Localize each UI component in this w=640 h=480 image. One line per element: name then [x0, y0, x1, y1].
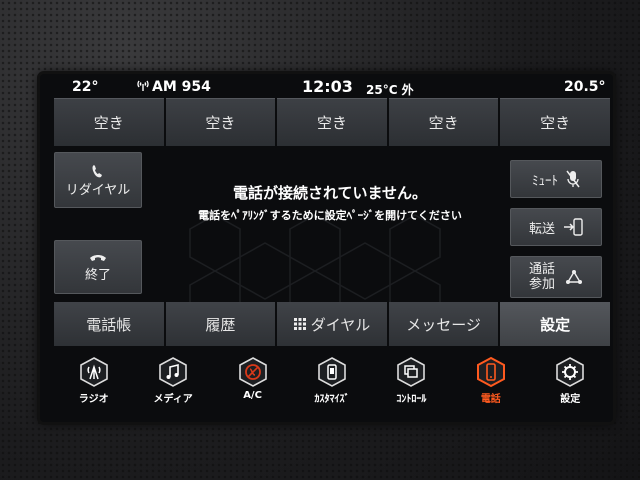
nav-controls[interactable]: ｺﾝﾄﾛｰﾙ — [372, 350, 451, 420]
hangup-icon — [90, 254, 106, 261]
message-subtitle: 電話をﾍﾟｱﾘﾝｸﾞするために設定ﾍﾟｰｼﾞを開けてください — [198, 209, 462, 222]
radio-station: AM 954 — [152, 79, 211, 95]
nav-radio-label: ラジオ — [78, 394, 109, 405]
conference-label: 通話 参加 — [529, 262, 555, 292]
transfer-icon — [564, 218, 583, 236]
nav-settings-label: 設定 — [560, 394, 581, 405]
preset-slot-4[interactable]: 空き — [388, 98, 499, 146]
climate-off-icon — [238, 357, 267, 387]
merge-call-icon — [566, 270, 582, 284]
tab-history[interactable]: 履歴 — [165, 302, 276, 346]
phone-icon — [476, 356, 505, 388]
nav-ac-label: A/C — [243, 390, 262, 401]
preset-slot-5[interactable]: 空き — [500, 98, 610, 146]
clock: 12:03 — [302, 77, 353, 96]
music-note-icon — [159, 357, 187, 387]
nav-controls-label: ｺﾝﾄﾛｰﾙ — [396, 394, 427, 405]
tab-dial[interactable]: ダイヤル — [277, 302, 387, 346]
controls-icon — [397, 357, 426, 387]
nav-phone-label: 電話 — [480, 394, 501, 405]
preset-slot-3[interactable]: 空き — [277, 98, 387, 146]
main-nav-bar: ラジオ メディア A/C ｶｽﾀﾏｲｽﾞ ｺﾝﾄﾛｰﾙ 電話 設定 — [54, 350, 610, 420]
nav-customize[interactable]: ｶｽﾀﾏｲｽﾞ — [292, 350, 371, 420]
nav-media-label: メディア — [153, 394, 193, 405]
preset-slot-1[interactable]: 空き — [54, 98, 164, 146]
conference-button[interactable]: 通話 参加 — [510, 256, 602, 298]
mute-button[interactable]: ﾐｭｰﾄ — [510, 160, 602, 198]
redial-button[interactable]: リダイヤル — [54, 152, 142, 208]
keypad-icon — [293, 318, 306, 330]
mic-muted-icon — [566, 170, 580, 188]
preset-row: 空き 空き 空き 空き 空き — [54, 98, 610, 146]
infotainment-screen: 22° AM 954 12:03 25°C 外 20.5° 空き 空き 空き 空… — [40, 74, 613, 422]
transfer-label: 転送 — [528, 221, 555, 237]
customize-icon — [318, 357, 346, 387]
tab-phone-settings[interactable]: 設定 — [500, 302, 610, 346]
connection-message: 電話が接続されていません。 電話をﾍﾟｱﾘﾝｸﾞするために設定ﾍﾟｰｼﾞを開けて… — [170, 182, 490, 223]
preset-slot-2[interactable]: 空き — [165, 98, 276, 146]
signal-icon — [136, 79, 150, 95]
phone-tab-bar: 電話帳 履歴 ダイヤル メッセージ 設定 — [54, 302, 610, 346]
nav-ac[interactable]: A/C — [213, 350, 292, 420]
nav-phone[interactable]: 電話 — [451, 350, 530, 420]
status-bar: 22° AM 954 12:03 25°C 外 20.5° — [40, 74, 613, 98]
nav-media[interactable]: メディア — [133, 350, 212, 420]
redial-label: リダイヤル — [65, 182, 131, 198]
conference-label-line1: 通話 — [528, 262, 555, 277]
message-title: 電話が接続されていません。 — [232, 184, 428, 202]
nav-settings[interactable]: 設定 — [531, 350, 610, 420]
tab-dial-label: ダイヤル — [310, 315, 371, 334]
gear-icon — [556, 357, 585, 387]
cabin-temp-left: 22° — [72, 79, 99, 95]
conference-label-line2: 参加 — [528, 277, 555, 292]
transfer-button[interactable]: 転送 — [510, 208, 602, 246]
mute-label: ﾐｭｰﾄ — [532, 173, 558, 189]
nav-customize-label: ｶｽﾀﾏｲｽﾞ — [314, 394, 350, 405]
nav-radio[interactable]: ラジオ — [54, 350, 133, 420]
tab-phonebook[interactable]: 電話帳 — [54, 302, 164, 346]
handset-icon — [92, 164, 102, 177]
radio-tower-icon — [79, 357, 108, 387]
tab-messages[interactable]: メッセージ — [388, 302, 499, 346]
outside-temp: 25°C 外 — [366, 83, 414, 97]
hangup-label: 終了 — [84, 267, 111, 283]
cabin-temp-right: 20.5° — [564, 79, 606, 95]
hangup-button[interactable]: 終了 — [54, 240, 142, 294]
